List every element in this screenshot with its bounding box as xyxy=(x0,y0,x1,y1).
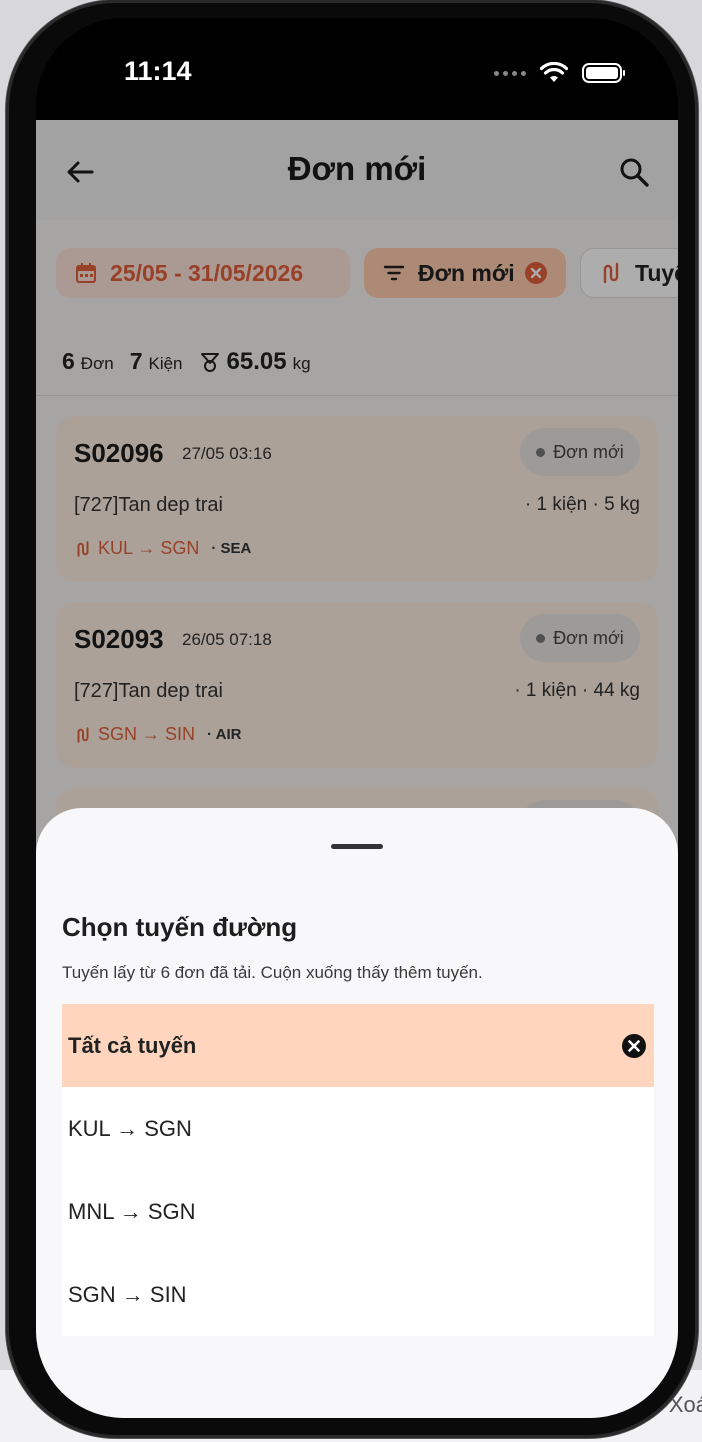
status-icons xyxy=(494,62,625,84)
clear-selection-icon[interactable] xyxy=(620,1032,648,1060)
route-option-mnl-sgn[interactable]: MNL → SGN xyxy=(62,1170,654,1253)
route-options-list: Tất cả tuyến KUL → SGN MNL → SGN SGN → S… xyxy=(62,1004,654,1336)
drag-handle[interactable] xyxy=(331,844,383,849)
route-option-sgn-sin[interactable]: SGN → SIN xyxy=(62,1253,654,1336)
route-option-label: MNL → SGN xyxy=(68,1198,196,1224)
app-screen: Đơn mới 25/05 - 31/05/2026 Đơn mới Tuy 6… xyxy=(36,120,678,1418)
route-option-label: Tất cả tuyến xyxy=(68,1032,197,1058)
phone-screen: 11:14 Đơn mới 25/05 - 31/05/2026 Đơn mới… xyxy=(36,18,678,1418)
sheet-subtitle: Tuyến lấy từ 6 đơn đã tải. Cuộn xuống th… xyxy=(62,963,483,982)
status-bar: 11:14 xyxy=(36,18,678,120)
route-option-label: SGN → SIN xyxy=(68,1281,187,1307)
status-time: 11:14 xyxy=(124,56,192,86)
route-picker-sheet: Chọn tuyến đường Tuyến lấy từ 6 đơn đã t… xyxy=(36,808,678,1418)
route-option-label: KUL → SGN xyxy=(68,1115,192,1141)
battery-icon xyxy=(582,63,625,83)
route-option-all[interactable]: Tất cả tuyến xyxy=(62,1004,654,1087)
wifi-icon xyxy=(540,62,568,82)
signal-icon xyxy=(494,70,526,76)
route-option-kul-sgn[interactable]: KUL → SGN xyxy=(62,1087,654,1170)
phone-frame: 11:14 Đơn mới 25/05 - 31/05/2026 Đơn mới… xyxy=(6,0,698,1438)
sheet-title: Chọn tuyến đường xyxy=(62,912,298,942)
